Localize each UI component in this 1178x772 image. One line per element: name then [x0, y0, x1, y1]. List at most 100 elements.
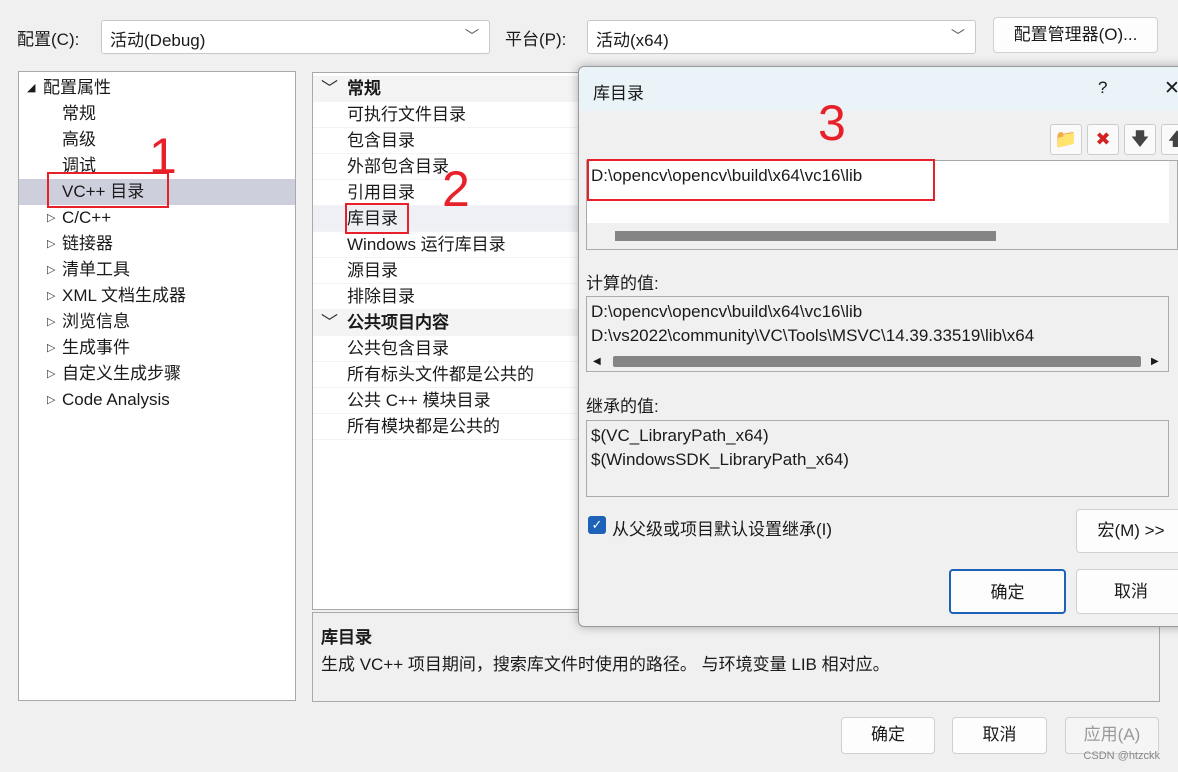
scroll-left-icon[interactable]: ◀ — [593, 356, 601, 367]
expanded-triangle-icon: ◢ — [27, 82, 36, 94]
platform-label: 平台(P): — [505, 30, 567, 49]
collapsed-triangle-icon: ▷ — [47, 238, 56, 250]
grid-property-row[interactable]: 所有模块都是公共的 — [313, 414, 583, 440]
collapsed-triangle-icon: ▷ — [47, 212, 56, 224]
category-label: 公共项目内容 — [347, 313, 449, 332]
tree-item[interactable]: ▷ 自定义生成步骤 — [19, 361, 295, 387]
grid-category[interactable]: ﹀ 常规 — [313, 76, 583, 102]
config-manager-button[interactable]: 配置管理器(O)... — [993, 17, 1158, 53]
annotation-number: 3 — [818, 95, 846, 151]
property-label: 引用目录 — [347, 183, 415, 202]
annotation-box — [587, 159, 935, 201]
config-value: 活动(Debug) — [110, 31, 206, 50]
chevron-down-icon: ﹀ — [951, 28, 965, 44]
collapsed-triangle-icon: ▷ — [47, 264, 56, 276]
tree-item-label: C/C++ — [62, 208, 112, 227]
tree-item[interactable]: ▷ XML 文档生成器 — [19, 283, 295, 309]
computed-line: D:\vs2022\community\VC\Tools\MSVC\14.39.… — [591, 326, 1035, 345]
tree-item-label: Code Analysis — [62, 390, 170, 409]
scroll-right-icon[interactable]: ▶ — [1151, 356, 1159, 367]
inherited-line: $(VC_LibraryPath_x64) — [591, 426, 769, 445]
collapsed-triangle-icon: ▷ — [47, 316, 56, 328]
inherit-checkbox[interactable]: ✓ — [588, 516, 606, 534]
grid-property-row[interactable]: 排除目录 — [313, 284, 583, 310]
grid-property-row[interactable]: 所有标头文件都是公共的 — [313, 362, 583, 388]
tree-item-label: 自定义生成步骤 — [62, 364, 181, 383]
dialog-title: 库目录 — [593, 84, 644, 103]
collapsed-triangle-icon: ▷ — [47, 394, 56, 406]
grid-category[interactable]: ﹀ 公共项目内容 — [313, 310, 583, 336]
collapsed-triangle-icon: ▷ — [47, 290, 56, 302]
tree-item-label: 生成事件 — [62, 338, 130, 357]
inherited-label: 继承的值: — [586, 397, 659, 416]
collapsed-triangle-icon: ▷ — [47, 368, 56, 380]
move-down-icon[interactable]: 🡇 — [1124, 124, 1156, 155]
property-label: 公共 C++ 模块目录 — [347, 391, 491, 410]
chevron-down-icon: ﹀ — [465, 28, 479, 44]
tree-item[interactable]: ▷ Code Analysis — [19, 387, 295, 413]
computed-values: D:\opencv\opencv\build\x64\vc16\lib D:\v… — [586, 296, 1169, 372]
tree-item[interactable]: ▷ 清单工具 — [19, 257, 295, 283]
tree-item-label: 高级 — [62, 130, 96, 149]
chevron-down-icon: ﹀ — [321, 313, 338, 332]
delete-icon[interactable]: ✖ — [1087, 124, 1119, 155]
macros-button[interactable]: 宏(M) >> — [1076, 509, 1178, 553]
description-text: 生成 VC++ 项目期间，搜索库文件时使用的路径。 与环境变量 LIB 相对应。 — [321, 655, 890, 674]
property-label: 公共包含目录 — [347, 339, 449, 358]
property-label: 包含目录 — [347, 131, 415, 150]
tree-item-label: 链接器 — [62, 234, 113, 253]
chevron-down-icon: ﹀ — [321, 79, 338, 98]
grid-property-row[interactable]: 包含目录 — [313, 128, 583, 154]
grid-property-row[interactable]: 公共包含目录 — [313, 336, 583, 362]
grid-property-row[interactable]: 公共 C++ 模块目录 — [313, 388, 583, 414]
tree-root-label: 配置属性 — [43, 78, 111, 97]
property-grid: ﹀ 常规 可执行文件目录 包含目录 外部包含目录 引用目录 库目录 Windows 运行库目录… — [312, 72, 592, 610]
inherited-values: $(VC_LibraryPath_x64) $(WindowsSDK_Libra… — [586, 420, 1169, 497]
tree-item-label: 浏览信息 — [62, 312, 130, 331]
grid-property-row[interactable]: 源目录 — [313, 258, 583, 284]
dialog-cancel-button[interactable]: 取消 — [1076, 569, 1178, 614]
apply-button[interactable]: 应用(A) — [1065, 717, 1159, 754]
tree-root[interactable]: ◢ 配置属性 — [19, 75, 295, 101]
tree-item-label: 常规 — [62, 104, 96, 123]
computed-line: D:\opencv\opencv\build\x64\vc16\lib — [591, 302, 863, 321]
config-label: 配置(C): — [17, 30, 80, 49]
category-label: 常规 — [347, 79, 381, 98]
dialog-ok-button[interactable]: 确定 — [949, 569, 1066, 614]
tree-item[interactable]: ▷ 生成事件 — [19, 335, 295, 361]
computed-label: 计算的值: — [586, 274, 659, 293]
cancel-button[interactable]: 取消 — [952, 717, 1047, 754]
property-label: Windows 运行库目录 — [347, 235, 506, 254]
annotation-box — [47, 172, 169, 208]
tree-item[interactable]: ▷ C/C++ — [19, 205, 295, 231]
move-up-icon[interactable]: 🡅 — [1161, 124, 1178, 155]
tree-item[interactable]: ▷ 浏览信息 — [19, 309, 295, 335]
annotation-number: 2 — [442, 161, 470, 217]
description-title: 库目录 — [321, 628, 372, 647]
horizontal-scrollbar[interactable] — [613, 356, 1141, 367]
tree-item-label: 清单工具 — [62, 260, 130, 279]
tree-item[interactable]: 常规 — [19, 101, 295, 127]
ok-button[interactable]: 确定 — [841, 717, 935, 754]
close-button[interactable]: ✕ — [1164, 77, 1178, 100]
config-select[interactable]: 活动(Debug) ﹀ — [101, 20, 490, 54]
property-label: 所有标头文件都是公共的 — [347, 365, 534, 384]
property-label: 排除目录 — [347, 287, 415, 306]
horizontal-scrollbar[interactable] — [615, 231, 996, 241]
property-label: 可执行文件目录 — [347, 105, 466, 124]
tree-item-label: XML 文档生成器 — [62, 286, 187, 305]
annotation-box — [345, 203, 409, 234]
help-button[interactable]: ? — [1098, 78, 1107, 98]
platform-select[interactable]: 活动(x64) ﹀ — [587, 20, 976, 54]
collapsed-triangle-icon: ▷ — [47, 342, 56, 354]
grid-property-row[interactable]: Windows 运行库目录 — [313, 232, 583, 258]
new-folder-icon[interactable]: 📁 — [1050, 124, 1082, 155]
inherit-checkbox-label[interactable]: 从父级或项目默认设置继承(I) — [612, 515, 832, 540]
tree-item[interactable]: ▷ 链接器 — [19, 231, 295, 257]
dialog-titlebar: 库目录 ? ✕ — [579, 67, 1178, 111]
platform-value: 活动(x64) — [596, 31, 669, 50]
grid-property-row[interactable]: 可执行文件目录 — [313, 102, 583, 128]
property-label: 所有模块都是公共的 — [347, 417, 500, 436]
watermark: CSDN @htzckk — [1083, 750, 1160, 762]
property-label: 外部包含目录 — [347, 157, 449, 176]
